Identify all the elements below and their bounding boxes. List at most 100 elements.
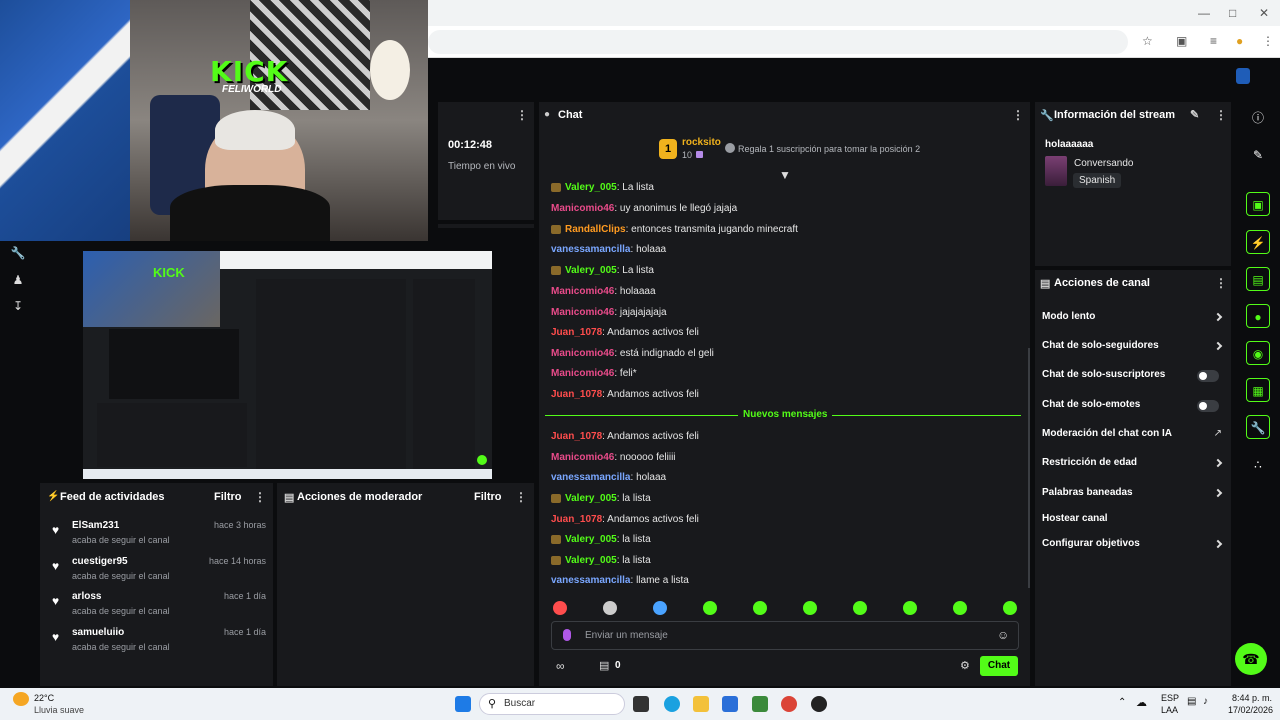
chat-username[interactable]: Valery_005	[565, 265, 617, 276]
chat-username[interactable]: Manicomio46	[551, 348, 614, 359]
address-bar[interactable]	[428, 30, 1128, 54]
channel-action-4[interactable]: Chat de solo-emotes	[1035, 399, 1231, 413]
reading-list-icon[interactable]: ≡	[1210, 34, 1217, 48]
chat-message[interactable]: Manicomio46: uy anonimus le llegó jajaja	[551, 203, 737, 214]
emote-icon[interactable]	[753, 601, 767, 615]
chat-message[interactable]: Valery_005: la lista	[551, 534, 651, 545]
notes-icon[interactable]: ▤	[1246, 267, 1270, 291]
channel-action-1[interactable]: Modo lento	[1035, 311, 1231, 325]
channel-action-8[interactable]: Hostear canal	[1035, 513, 1231, 527]
pencil-icon[interactable]: ✎	[1246, 143, 1270, 167]
user-avatar-icon[interactable]	[1236, 68, 1250, 84]
chat-message[interactable]: vanessamancilla: holaaa	[551, 472, 666, 483]
chevron-right-icon[interactable]	[1213, 312, 1223, 322]
extension-icon[interactable]: ●	[1236, 34, 1243, 48]
language-top[interactable]: ESP	[1161, 693, 1179, 703]
chat-message[interactable]: Juan_1078: Andamos activos feli	[551, 431, 699, 442]
emote-icon[interactable]	[903, 601, 917, 615]
chat-username[interactable]: Juan_1078	[551, 389, 602, 400]
chat-username[interactable]: Manicomio46	[551, 307, 614, 318]
chat-username[interactable]: Valery_005	[565, 555, 617, 566]
chat-message[interactable]: Juan_1078: Andamos activos feli	[551, 327, 699, 338]
chevron-right-icon[interactable]	[1213, 488, 1223, 498]
language-bottom[interactable]: LAA	[1161, 705, 1178, 715]
chat-message[interactable]: Valery_005: la lista	[551, 493, 651, 504]
minimize-icon[interactable]: —	[1198, 6, 1210, 20]
clock-time[interactable]: 8:44 p. m.	[1232, 693, 1272, 703]
layout-icon[interactable]: ▦	[1246, 378, 1270, 402]
follower-name[interactable]: arloss	[72, 591, 101, 602]
chat-message[interactable]: Manicomio46: holaaaa	[551, 286, 656, 297]
top-gifter-name[interactable]: rocksito	[682, 137, 721, 148]
obs-icon[interactable]	[811, 696, 827, 712]
store-icon[interactable]: ▤	[599, 659, 609, 672]
start-menu-icon[interactable]	[455, 696, 471, 712]
chat-message[interactable]: Juan_1078: Andamos activos feli	[551, 514, 699, 525]
chat-message[interactable]: Manicomio46: está indignado el geli	[551, 348, 714, 359]
info-icon[interactable]: ⓘ	[1246, 106, 1270, 130]
tray-overflow-icon[interactable]: ⌃	[1118, 697, 1126, 708]
follower-name[interactable]: samueluiio	[72, 627, 124, 638]
external-link-icon[interactable]: ↗	[1214, 428, 1222, 439]
cloud-icon[interactable]: ☁	[1136, 696, 1147, 709]
activity-item[interactable]: ♥ arloss acaba de seguir el canal hace 1 dí…	[52, 591, 266, 623]
lightning-icon[interactable]: ⚡	[1246, 230, 1270, 254]
edge-icon[interactable]	[664, 696, 680, 712]
minecraft-icon[interactable]	[752, 696, 768, 712]
pinned-toggle-icon[interactable]: ▼	[779, 168, 791, 182]
chat-username[interactable]: Manicomio46	[551, 452, 614, 463]
chat-message[interactable]: Manicomio46: jajajajajaja	[551, 307, 667, 318]
channel-action-5[interactable]: Moderación del chat con IA ↗	[1035, 428, 1231, 442]
emote-icon[interactable]	[603, 601, 617, 615]
chat-icon[interactable]: ●	[1246, 304, 1270, 328]
emote-icon[interactable]	[953, 601, 967, 615]
channel-action-9[interactable]: Configurar objetivos	[1035, 538, 1231, 552]
emoji-picker-icon[interactable]: ☺	[997, 628, 1009, 642]
toggle-switch[interactable]	[1197, 400, 1219, 412]
volume-icon[interactable]: ♪	[1203, 696, 1208, 707]
moderator-menu-icon[interactable]: ⋮	[515, 490, 527, 504]
chat-username[interactable]: Manicomio46	[551, 286, 614, 297]
chat-message[interactable]: Manicomio46: feli*	[551, 368, 637, 379]
chat-username[interactable]: vanessamancilla	[551, 472, 631, 483]
extensions-icon[interactable]: ▣	[1176, 34, 1187, 48]
follower-name[interactable]: cuestiger95	[72, 556, 128, 567]
category-thumbnail[interactable]	[1045, 156, 1067, 186]
new-messages-divider[interactable]: Nuevos mensajes	[545, 408, 1021, 422]
chat-username[interactable]: Valery_005	[565, 534, 617, 545]
network-icon[interactable]: ▤	[1187, 696, 1196, 707]
edit-icon[interactable]: ✎	[1190, 108, 1199, 121]
chevron-right-icon[interactable]	[1213, 539, 1223, 549]
download-icon[interactable]: ↧	[10, 299, 26, 315]
emote-icon[interactable]	[1003, 601, 1017, 615]
timer-menu-icon[interactable]: ⋮	[516, 108, 528, 122]
channel-action-6[interactable]: Restricción de edad	[1035, 457, 1231, 471]
taskbar-search[interactable]: ⚲ Buscar	[479, 693, 625, 715]
chat-message-input[interactable]: Enviar un mensaje ☺	[551, 621, 1019, 650]
bookmark-star-icon[interactable]: ☆	[1142, 34, 1153, 48]
file-explorer-icon[interactable]	[693, 696, 709, 712]
chat-menu-icon[interactable]: ⋮	[1012, 108, 1024, 122]
activity-item[interactable]: ♥ samueluiio acaba de seguir el canal hace …	[52, 627, 266, 659]
broadcast-icon[interactable]: ◉	[1246, 341, 1270, 365]
chevron-right-icon[interactable]	[1213, 458, 1223, 468]
chat-message[interactable]: Manicomio46: nooooo feliiii	[551, 452, 676, 463]
maximize-icon[interactable]: □	[1229, 6, 1236, 20]
toggle-switch[interactable]	[1197, 370, 1219, 382]
stream-preview[interactable]: KICK	[83, 251, 492, 479]
gift-prompt[interactable]: Regala 1 suscripción para tomar la posic…	[738, 144, 920, 154]
chevron-right-icon[interactable]	[1213, 341, 1223, 351]
chat-message[interactable]: Juan_1078: Andamos activos feli	[551, 389, 699, 400]
task-view-icon[interactable]	[633, 696, 649, 712]
chat-username[interactable]: Valery_005	[565, 182, 617, 193]
emote-icon[interactable]	[803, 601, 817, 615]
moderator-filter-button[interactable]: Filtro	[474, 491, 502, 503]
chat-username[interactable]: Juan_1078	[551, 514, 602, 525]
weather-icon[interactable]	[13, 692, 29, 706]
chat-scrollbar[interactable]	[1028, 348, 1030, 588]
emote-icon[interactable]	[853, 601, 867, 615]
chat-message[interactable]: vanessamancilla: holaaa	[551, 244, 666, 255]
chat-username[interactable]: Juan_1078	[551, 327, 602, 338]
send-chat-button[interactable]: Chat	[980, 656, 1018, 676]
clock-date[interactable]: 17/02/2026	[1228, 705, 1273, 715]
